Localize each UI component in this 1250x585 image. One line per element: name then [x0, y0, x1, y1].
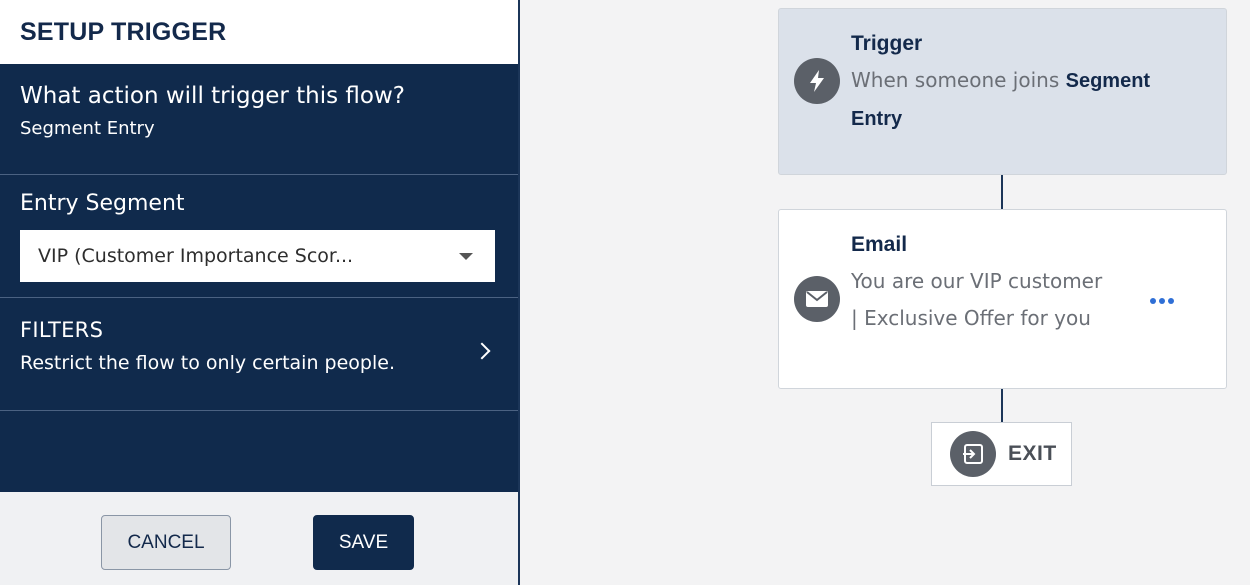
trigger-question: What action will trigger this flow?	[20, 83, 405, 109]
email-node-title: Email	[851, 233, 908, 256]
trigger-node-content: Trigger When someone joins Segment Entry	[851, 31, 1206, 138]
email-node-subject: You are our VIP customer | Exclusive Off…	[851, 269, 1103, 330]
email-node-content: Email You are our VIP customer | Exclusi…	[851, 232, 1106, 337]
panel-footer: CANCEL SAVE	[0, 492, 518, 585]
connector-line	[1001, 389, 1003, 422]
entry-segment-section: Entry Segment VIP (Customer Importance S…	[0, 175, 518, 298]
filters-label: FILTERS	[20, 318, 104, 342]
exit-node[interactable]: EXIT	[931, 422, 1072, 486]
trigger-node-desc-prefix: When someone joins	[851, 68, 1066, 92]
caret-down-icon	[459, 252, 473, 260]
envelope-icon	[794, 276, 840, 322]
trigger-node-description: When someone joins Segment Entry	[851, 62, 1206, 138]
more-horizontal-icon[interactable]	[1150, 298, 1174, 304]
trigger-node-title: Trigger	[851, 32, 923, 55]
exit-label: EXIT	[1008, 442, 1057, 465]
connector-line	[1001, 175, 1003, 209]
entry-segment-value: VIP (Customer Importance Scor...	[38, 245, 354, 267]
email-node[interactable]: Email You are our VIP customer | Exclusi…	[778, 209, 1227, 389]
save-button[interactable]: SAVE	[313, 515, 414, 570]
flow-canvas: Trigger When someone joins Segment Entry…	[520, 0, 1250, 585]
filters-row[interactable]: FILTERS Restrict the flow to only certai…	[0, 298, 518, 411]
entry-segment-label: Entry Segment	[20, 191, 185, 216]
panel-title: SETUP TRIGGER	[20, 17, 227, 46]
trigger-node[interactable]: Trigger When someone joins Segment Entry	[778, 8, 1227, 175]
panel-header: SETUP TRIGGER	[0, 0, 518, 64]
cancel-button[interactable]: CANCEL	[101, 515, 231, 570]
setup-trigger-panel: SETUP TRIGGER What action will trigger t…	[0, 0, 520, 585]
trigger-action-section: What action will trigger this flow? Segm…	[0, 64, 518, 175]
trigger-value: Segment Entry	[20, 118, 155, 139]
entry-segment-select[interactable]: VIP (Customer Importance Scor...	[20, 230, 495, 282]
exit-icon	[950, 431, 996, 477]
lightning-icon	[794, 58, 840, 104]
panel-body: What action will trigger this flow? Segm…	[0, 64, 518, 492]
filters-description: Restrict the flow to only certain people…	[20, 352, 395, 374]
